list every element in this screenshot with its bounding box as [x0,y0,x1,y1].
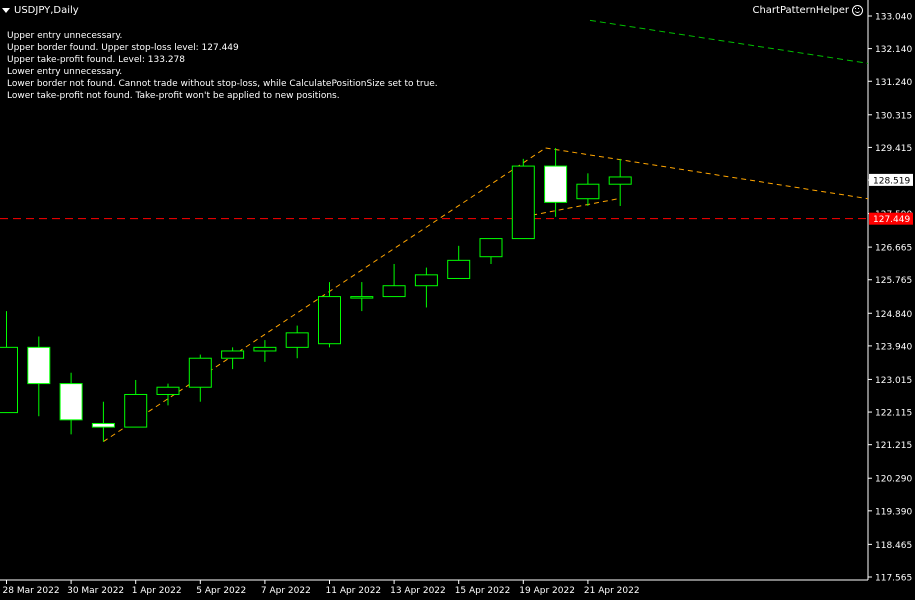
date-tick-label: 1 Apr 2022 [132,586,182,596]
price-tick-label: 121.215 [875,441,912,451]
bull-candle [414,274,438,287]
price-tick-label: 131.240 [875,78,912,88]
indicator-name: ChartPatternHelper [752,5,849,16]
bull-candle [285,332,309,348]
bull-candle [576,183,600,200]
price-tick-label: 129.415 [875,144,912,154]
message-line: Upper entry unnecessary. [7,31,123,41]
date-tick-label: 19 Apr 2022 [519,586,575,596]
date-tick-label: 7 Apr 2022 [261,586,311,596]
indicator-label: ChartPatternHelper [752,5,863,16]
bull-candle [318,296,341,345]
price-tick-label: 123.940 [875,342,912,352]
date-tick-label: 15 Apr 2022 [455,586,511,596]
date-tick-label: 11 Apr 2022 [326,586,382,596]
smiley-icon [852,5,863,16]
price-tick-label: 125.765 [875,276,912,286]
bear-candle [27,346,51,385]
price-tick-label: 119.390 [875,507,912,517]
price-tick-label: 123.015 [875,376,912,386]
price-tick-label: 118.465 [875,541,912,551]
price-tick-label: 120.290 [875,475,912,485]
bull-candle [0,346,18,414]
bull-candle [188,357,212,388]
bull-candle [608,176,632,185]
bear-candle [544,165,568,203]
price-tick-label: 133.040 [875,13,912,23]
message-line: Upper border found. Upper stop-loss leve… [7,43,239,54]
bull-candle [221,350,245,359]
price-tick-label: 130.315 [875,111,912,121]
date-tick-label: 5 Apr 2022 [196,586,246,596]
symbol-title: USDJPY,Daily [14,4,79,16]
price-tick-label: 124.840 [875,310,912,320]
upper-trend-line [103,147,546,443]
current-price-label: 128.519 [873,176,910,186]
bull-candle [447,259,471,279]
date-tick-label: 28 Mar 2022 [3,586,60,596]
date-tick-label: 30 Mar 2022 [67,586,124,596]
chart-window[interactable]: 133.040 132.140 131.240 130.315 129.415 128.5… [0,0,915,600]
message-line: Lower entry unnecessary. [7,67,123,78]
message-line: Lower border not found. Cannot trade wit… [7,79,438,90]
message-line: Lower take-profit not found. Take-profit… [7,91,340,102]
stop-loss-price-label: 127.449 [873,215,910,225]
take-profit-line [589,19,869,64]
bear-candle [59,383,83,421]
price-tick-label: 117.565 [875,574,912,584]
bull-candle [382,285,406,298]
lower-border-line [523,198,619,218]
bear-candle [91,422,115,428]
price-tick-label: 122.115 [875,409,912,419]
bull-candle [350,296,374,299]
date-tick-label: 13 Apr 2022 [390,586,446,596]
indicator-messages: Upper entry unnecessary. Upper border fo… [7,30,438,103]
symbol-header: USDJPY,Daily [2,3,79,17]
bull-candle [156,386,180,395]
bull-candle [124,393,148,428]
date-tick-label: 21 Apr 2022 [584,586,640,596]
bull-candle [511,165,535,240]
bull-candle [253,346,277,352]
price-tick-label: 126.665 [875,244,912,254]
bull-candle [479,238,503,258]
price-tick-label: 132.140 [875,45,912,55]
message-line: Upper take-profit found. Level: 133.278 [7,55,185,66]
dropdown-arrow-icon[interactable] [2,7,10,13]
